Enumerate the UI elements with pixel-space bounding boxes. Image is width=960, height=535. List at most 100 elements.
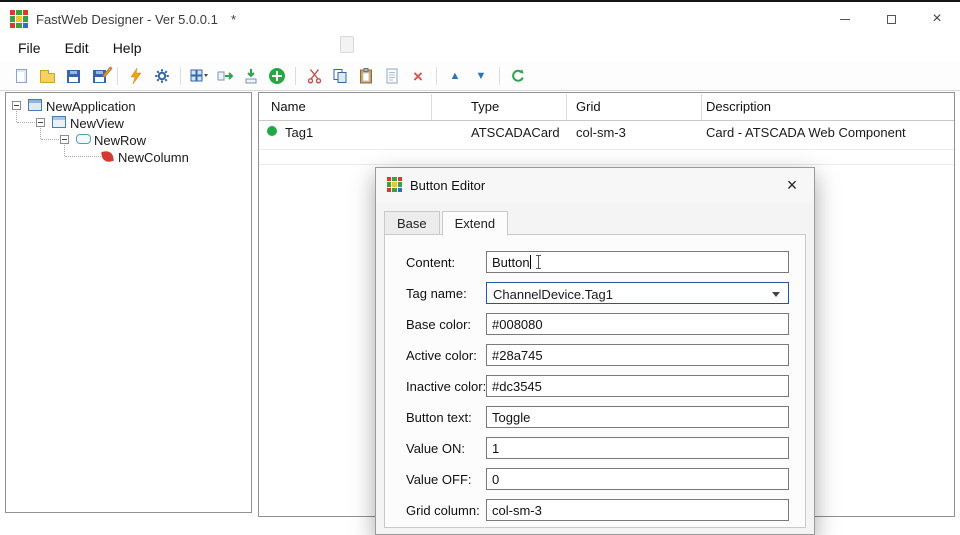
tree-item-newview[interactable]: NewView [6, 114, 250, 131]
minimize-button[interactable] [822, 4, 868, 34]
cell-description: Card - ATSCADA Web Component [706, 125, 906, 140]
value-off-input[interactable] [486, 468, 789, 490]
collapse-box-icon[interactable] [12, 101, 21, 110]
ibeam-cursor-icon [538, 255, 539, 269]
close-button[interactable]: × [914, 4, 960, 34]
button-text-input[interactable] [486, 406, 789, 428]
menubar: File Edit Help [6, 36, 153, 62]
tree-item-label: NewView [70, 116, 124, 131]
base-color-input[interactable] [486, 313, 789, 335]
import-icon[interactable] [240, 65, 262, 87]
inactive-color-label: Inactive color: [406, 379, 486, 394]
tree-item-newcolumn[interactable]: NewColumn [6, 148, 250, 165]
column-separator [431, 94, 432, 120]
tag-name-value: ChannelDevice.Tag1 [493, 287, 613, 302]
move-up-icon[interactable]: ▲ [444, 65, 466, 87]
column-header-grid[interactable]: Grid [576, 93, 601, 121]
refresh-icon[interactable] [507, 65, 529, 87]
grid-column-field: Grid column: [406, 499, 792, 521]
column-icon [101, 150, 114, 163]
toolbar: × ▲ ▼ [0, 62, 960, 91]
menu-help[interactable]: Help [101, 36, 154, 62]
tree-item-newapplication[interactable]: NewApplication [6, 97, 250, 114]
tag-name-label: Tag name: [406, 286, 467, 301]
grid-column-input[interactable] [486, 499, 789, 521]
app-icon [10, 10, 28, 28]
ghost-icon [340, 36, 354, 53]
app-window: FastWeb Designer - Ver 5.0.0.1 * × File … [0, 0, 960, 515]
cell-name: Tag1 [285, 125, 313, 140]
run-icon[interactable] [125, 65, 147, 87]
save-as-icon[interactable] [88, 65, 110, 87]
project-tree-panel: NewApplication NewView NewRow NewColumn [5, 92, 252, 513]
column-header-description[interactable]: Description [706, 93, 771, 121]
grid-row-tag1[interactable]: Tag1 ATSCADACard col-sm-3 Card - ATSCADA… [259, 121, 954, 149]
toolbar-separator [499, 67, 500, 85]
collapse-box-icon[interactable] [60, 135, 69, 144]
value-on-input[interactable] [486, 437, 789, 459]
grid-component-icon[interactable] [188, 65, 210, 87]
row-divider [259, 149, 954, 150]
tree-item-label: NewApplication [46, 99, 136, 114]
delete-icon[interactable]: × [407, 65, 429, 87]
base-color-label: Base color: [406, 317, 471, 332]
active-color-input[interactable] [486, 344, 789, 366]
paste-icon[interactable] [355, 65, 377, 87]
column-separator [566, 94, 567, 120]
tree-item-label: NewColumn [118, 150, 189, 165]
document-icon[interactable] [381, 65, 403, 87]
toolbar-separator [117, 67, 118, 85]
active-color-field: Active color: [406, 344, 792, 366]
save-icon[interactable] [62, 65, 84, 87]
button-text-field: Button text: [406, 406, 792, 428]
toolbar-separator [436, 67, 437, 85]
move-down-icon[interactable]: ▼ [470, 65, 492, 87]
copy-icon[interactable] [329, 65, 351, 87]
modified-indicator: * [231, 12, 236, 27]
grid-header: Name Type Grid Description [259, 93, 954, 121]
row-icon [76, 134, 91, 144]
menu-file[interactable]: File [6, 36, 53, 62]
dialog-title: Button Editor [410, 178, 485, 193]
toolbar-separator [295, 67, 296, 85]
column-separator [701, 94, 702, 120]
cell-type: ATSCADACard [471, 125, 560, 140]
titlebar: FastWeb Designer - Ver 5.0.0.1 * × [0, 4, 960, 34]
inactive-color-field: Inactive color: [406, 375, 792, 397]
row-divider [259, 164, 954, 165]
tab-base[interactable]: Base [384, 211, 440, 235]
tag-name-field: Tag name: ChannelDevice.Tag1 [406, 282, 792, 304]
collapse-box-icon[interactable] [36, 118, 45, 127]
tag-name-combobox[interactable]: ChannelDevice.Tag1 [486, 282, 789, 304]
close-icon: × [932, 11, 941, 27]
minimize-icon [840, 19, 850, 20]
value-off-field: Value OFF: [406, 468, 792, 490]
dialog-close-button[interactable]: × [778, 173, 806, 197]
dialog-titlebar[interactable]: Button Editor × [376, 168, 814, 202]
settings-gear-icon[interactable] [151, 65, 173, 87]
tab-extend[interactable]: Extend [442, 211, 508, 236]
new-file-icon[interactable] [10, 65, 32, 87]
export-icon[interactable] [214, 65, 236, 87]
window-controls: × [822, 4, 960, 34]
tab-strip: Base Extend [384, 211, 510, 235]
value-on-label: Value ON: [406, 441, 465, 456]
cell-grid: col-sm-3 [576, 125, 626, 140]
grid-column-label: Grid column: [406, 503, 480, 518]
column-header-name[interactable]: Name [271, 93, 306, 121]
column-header-type[interactable]: Type [471, 93, 499, 121]
add-icon[interactable] [266, 65, 288, 87]
open-folder-icon[interactable] [36, 65, 58, 87]
value-off-label: Value OFF: [406, 472, 472, 487]
maximize-button[interactable] [868, 4, 914, 34]
menu-edit[interactable]: Edit [53, 36, 101, 62]
inactive-color-input[interactable] [486, 375, 789, 397]
toolbar-separator [180, 67, 181, 85]
content-label: Content: [406, 255, 455, 270]
button-text-label: Button text: [406, 410, 472, 425]
tree-item-newrow[interactable]: NewRow [6, 131, 250, 148]
button-editor-dialog: Button Editor × Base Extend Content: Tag… [375, 167, 815, 535]
content-input[interactable] [486, 251, 789, 273]
cut-scissors-icon[interactable] [303, 65, 325, 87]
status-dot-icon [267, 126, 277, 136]
